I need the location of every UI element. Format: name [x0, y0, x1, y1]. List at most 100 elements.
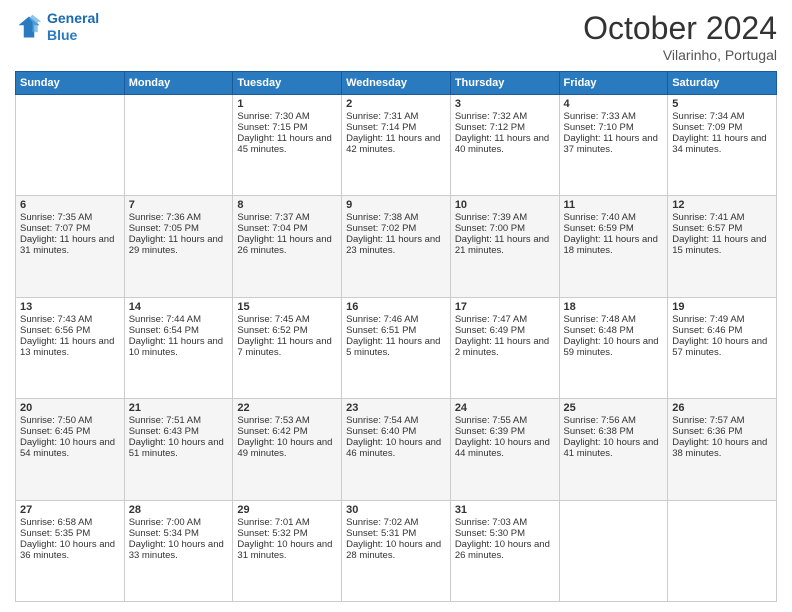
sunset-text: Sunset: 5:31 PM: [346, 528, 446, 539]
sunset-text: Sunset: 6:56 PM: [20, 325, 120, 336]
day-number: 8: [237, 199, 337, 211]
calendar-cell: 7Sunrise: 7:36 AMSunset: 7:05 PMDaylight…: [124, 196, 233, 297]
sunset-text: Sunset: 6:49 PM: [455, 325, 555, 336]
day-number: 30: [346, 504, 446, 516]
sunrise-text: Sunrise: 7:35 AM: [20, 212, 120, 223]
day-number: 31: [455, 504, 555, 516]
sunset-text: Sunset: 6:38 PM: [564, 426, 664, 437]
sunset-text: Sunset: 6:36 PM: [672, 426, 772, 437]
daylight-text: Daylight: 10 hours and 49 minutes.: [237, 437, 337, 459]
daylight-text: Daylight: 11 hours and 45 minutes.: [237, 133, 337, 155]
calendar-cell: 1Sunrise: 7:30 AMSunset: 7:15 PMDaylight…: [233, 95, 342, 196]
sunrise-text: Sunrise: 7:55 AM: [455, 415, 555, 426]
calendar-cell: [559, 500, 668, 601]
sunrise-text: Sunrise: 7:37 AM: [237, 212, 337, 223]
sunset-text: Sunset: 7:12 PM: [455, 122, 555, 133]
daylight-text: Daylight: 11 hours and 18 minutes.: [564, 234, 664, 256]
day-number: 24: [455, 402, 555, 414]
sunrise-text: Sunrise: 7:47 AM: [455, 314, 555, 325]
day-number: 7: [129, 199, 229, 211]
calendar-cell: 31Sunrise: 7:03 AMSunset: 5:30 PMDayligh…: [450, 500, 559, 601]
daylight-text: Daylight: 11 hours and 15 minutes.: [672, 234, 772, 256]
daylight-text: Daylight: 11 hours and 5 minutes.: [346, 336, 446, 358]
daylight-text: Daylight: 11 hours and 23 minutes.: [346, 234, 446, 256]
sunset-text: Sunset: 5:34 PM: [129, 528, 229, 539]
day-number: 4: [564, 98, 664, 110]
daylight-text: Daylight: 11 hours and 2 minutes.: [455, 336, 555, 358]
sunrise-text: Sunrise: 7:40 AM: [564, 212, 664, 223]
sunrise-text: Sunrise: 7:30 AM: [237, 111, 337, 122]
sunset-text: Sunset: 7:15 PM: [237, 122, 337, 133]
location: Vilarinho, Portugal: [583, 47, 777, 63]
calendar-cell: 16Sunrise: 7:46 AMSunset: 6:51 PMDayligh…: [342, 297, 451, 398]
calendar-table: SundayMondayTuesdayWednesdayThursdayFrid…: [15, 71, 777, 602]
sunset-text: Sunset: 7:04 PM: [237, 223, 337, 234]
sunrise-text: Sunrise: 7:38 AM: [346, 212, 446, 223]
sunset-text: Sunset: 5:32 PM: [237, 528, 337, 539]
calendar-week-row: 20Sunrise: 7:50 AMSunset: 6:45 PMDayligh…: [16, 399, 777, 500]
logo-text: General Blue: [47, 10, 99, 44]
daylight-text: Daylight: 11 hours and 31 minutes.: [20, 234, 120, 256]
daylight-text: Daylight: 11 hours and 21 minutes.: [455, 234, 555, 256]
sunset-text: Sunset: 5:30 PM: [455, 528, 555, 539]
sunset-text: Sunset: 6:59 PM: [564, 223, 664, 234]
sunrise-text: Sunrise: 7:56 AM: [564, 415, 664, 426]
calendar-cell: 26Sunrise: 7:57 AMSunset: 6:36 PMDayligh…: [668, 399, 777, 500]
calendar-cell: 20Sunrise: 7:50 AMSunset: 6:45 PMDayligh…: [16, 399, 125, 500]
calendar-cell: 14Sunrise: 7:44 AMSunset: 6:54 PMDayligh…: [124, 297, 233, 398]
daylight-text: Daylight: 11 hours and 29 minutes.: [129, 234, 229, 256]
calendar-week-row: 6Sunrise: 7:35 AMSunset: 7:07 PMDaylight…: [16, 196, 777, 297]
sunrise-text: Sunrise: 7:57 AM: [672, 415, 772, 426]
day-number: 16: [346, 301, 446, 313]
sunrise-text: Sunrise: 7:31 AM: [346, 111, 446, 122]
page: General Blue October 2024 Vilarinho, Por…: [0, 0, 792, 612]
day-number: 25: [564, 402, 664, 414]
sunrise-text: Sunrise: 7:34 AM: [672, 111, 772, 122]
daylight-text: Daylight: 10 hours and 33 minutes.: [129, 539, 229, 561]
sunrise-text: Sunrise: 7:54 AM: [346, 415, 446, 426]
day-number: 20: [20, 402, 120, 414]
sunset-text: Sunset: 6:51 PM: [346, 325, 446, 336]
day-number: 29: [237, 504, 337, 516]
day-number: 3: [455, 98, 555, 110]
daylight-text: Daylight: 11 hours and 34 minutes.: [672, 133, 772, 155]
sunset-text: Sunset: 7:14 PM: [346, 122, 446, 133]
sunset-text: Sunset: 6:57 PM: [672, 223, 772, 234]
calendar-cell: 18Sunrise: 7:48 AMSunset: 6:48 PMDayligh…: [559, 297, 668, 398]
day-number: 22: [237, 402, 337, 414]
sunset-text: Sunset: 7:09 PM: [672, 122, 772, 133]
day-number: 27: [20, 504, 120, 516]
sunset-text: Sunset: 7:02 PM: [346, 223, 446, 234]
sunset-text: Sunset: 6:43 PM: [129, 426, 229, 437]
calendar-cell: 3Sunrise: 7:32 AMSunset: 7:12 PMDaylight…: [450, 95, 559, 196]
sunrise-text: Sunrise: 7:45 AM: [237, 314, 337, 325]
calendar-cell: [16, 95, 125, 196]
day-number: 15: [237, 301, 337, 313]
logo-line1: General: [47, 10, 99, 26]
daylight-text: Daylight: 11 hours and 40 minutes.: [455, 133, 555, 155]
day-number: 11: [564, 199, 664, 211]
daylight-text: Daylight: 10 hours and 31 minutes.: [237, 539, 337, 561]
calendar-cell: 9Sunrise: 7:38 AMSunset: 7:02 PMDaylight…: [342, 196, 451, 297]
daylight-text: Daylight: 10 hours and 51 minutes.: [129, 437, 229, 459]
calendar-cell: 19Sunrise: 7:49 AMSunset: 6:46 PMDayligh…: [668, 297, 777, 398]
header-saturday: Saturday: [668, 72, 777, 95]
daylight-text: Daylight: 10 hours and 28 minutes.: [346, 539, 446, 561]
sunrise-text: Sunrise: 7:33 AM: [564, 111, 664, 122]
day-number: 17: [455, 301, 555, 313]
sunrise-text: Sunrise: 7:00 AM: [129, 517, 229, 528]
calendar-cell: 25Sunrise: 7:56 AMSunset: 6:38 PMDayligh…: [559, 399, 668, 500]
sunrise-text: Sunrise: 6:58 AM: [20, 517, 120, 528]
daylight-text: Daylight: 11 hours and 13 minutes.: [20, 336, 120, 358]
calendar-cell: 6Sunrise: 7:35 AMSunset: 7:07 PMDaylight…: [16, 196, 125, 297]
daylight-text: Daylight: 10 hours and 44 minutes.: [455, 437, 555, 459]
day-number: 14: [129, 301, 229, 313]
sunrise-text: Sunrise: 7:32 AM: [455, 111, 555, 122]
sunrise-text: Sunrise: 7:41 AM: [672, 212, 772, 223]
sunset-text: Sunset: 6:46 PM: [672, 325, 772, 336]
title-block: October 2024 Vilarinho, Portugal: [583, 10, 777, 63]
calendar-cell: 17Sunrise: 7:47 AMSunset: 6:49 PMDayligh…: [450, 297, 559, 398]
day-number: 26: [672, 402, 772, 414]
sunrise-text: Sunrise: 7:46 AM: [346, 314, 446, 325]
calendar-cell: 24Sunrise: 7:55 AMSunset: 6:39 PMDayligh…: [450, 399, 559, 500]
